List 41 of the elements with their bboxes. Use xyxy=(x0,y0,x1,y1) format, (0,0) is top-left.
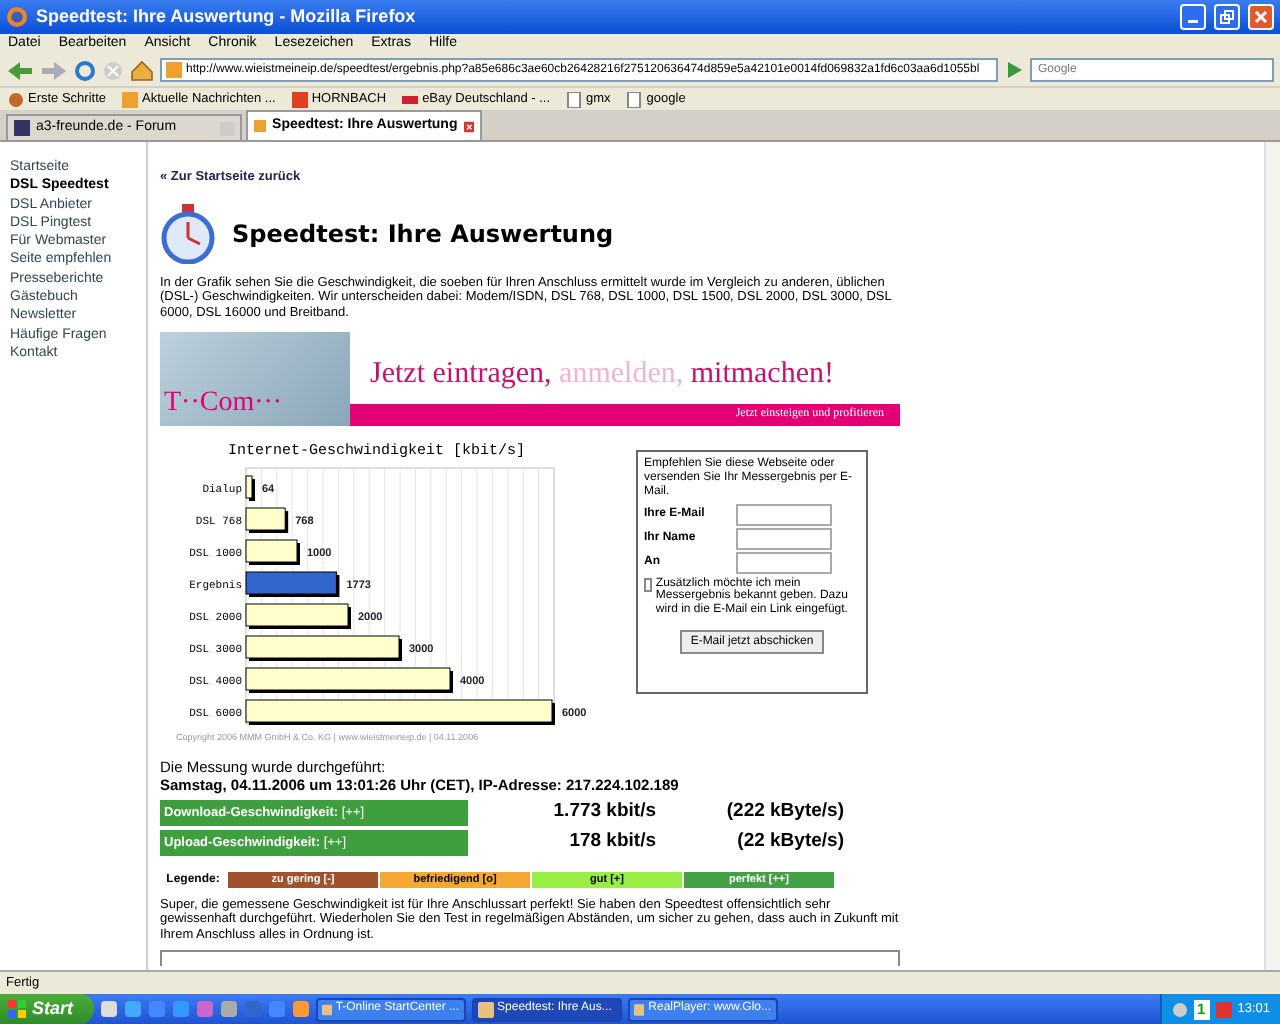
brand-logo: T··Com··· xyxy=(164,386,283,423)
close-icon[interactable] xyxy=(463,119,474,133)
input-field[interactable] xyxy=(736,551,832,574)
stop-icon[interactable] xyxy=(102,59,124,81)
bookmark-icon xyxy=(402,91,419,107)
slogan-text: Jetzt eintragen, xyxy=(370,357,552,390)
close-button[interactable] xyxy=(1248,4,1274,30)
slogan-text: mitmachen! xyxy=(690,357,834,390)
bookmark-icon xyxy=(8,91,24,107)
window-title: Speedtest: Ihre Auswertung - Mozilla Firefox xyxy=(36,3,418,30)
input-field[interactable] xyxy=(736,503,832,526)
input-field[interactable] xyxy=(736,527,832,550)
scrollbar[interactable] xyxy=(1264,142,1280,970)
speed-value: 1.773 kbit/s xyxy=(551,798,656,827)
speed-value: (22 kByte/s) xyxy=(735,828,844,857)
app-icon xyxy=(477,1001,494,1017)
site-icon xyxy=(166,62,182,78)
tray-icon[interactable] xyxy=(1171,1001,1188,1017)
windows-logo-icon xyxy=(8,1000,26,1018)
page-heading: Speedtest: Ihre Auswertung xyxy=(232,219,614,249)
minimize-button[interactable] xyxy=(1180,4,1206,30)
reload-icon[interactable] xyxy=(74,59,96,81)
forward-arrow-icon[interactable] xyxy=(40,59,68,81)
site-icon xyxy=(14,120,30,136)
speed-value: (222 kByte/s) xyxy=(724,798,844,827)
app-icon xyxy=(633,1001,645,1017)
checkbox[interactable] xyxy=(644,577,652,592)
slogan-text: anmelden, xyxy=(559,357,684,390)
maximize-button[interactable] xyxy=(1214,4,1240,30)
restore-icon xyxy=(1220,10,1234,24)
home-icon[interactable] xyxy=(130,59,154,81)
bookmark-icon xyxy=(291,91,308,107)
site-icon xyxy=(254,118,267,134)
stopwatch-icon xyxy=(160,204,216,264)
tray-icon[interactable] xyxy=(1215,1001,1232,1017)
close-icon xyxy=(1254,10,1268,24)
back-arrow-icon[interactable] xyxy=(6,59,34,81)
app-icon xyxy=(321,1001,332,1017)
bookmark-icon xyxy=(122,91,139,107)
speed-value: 178 kbit/s xyxy=(567,828,656,857)
go-icon[interactable] xyxy=(1004,60,1024,80)
